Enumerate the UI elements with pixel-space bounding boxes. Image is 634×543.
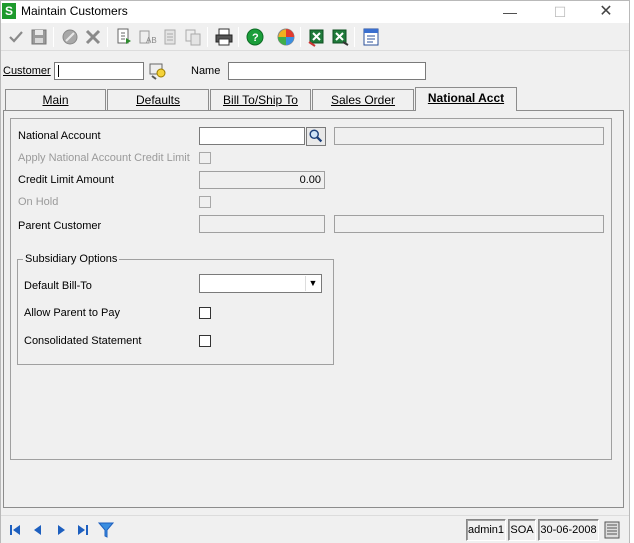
- customer-label: Customer: [3, 65, 51, 77]
- previous-record-icon[interactable]: [28, 521, 48, 539]
- default-bill-to-select[interactable]: ▼: [199, 274, 322, 293]
- toolbar-separator: [300, 27, 301, 47]
- default-bill-to-label: Default Bill-To: [24, 280, 92, 292]
- excel-export-icon[interactable]: [306, 26, 328, 48]
- allow-parent-pay-checkbox[interactable]: [199, 307, 211, 319]
- svg-text:AB: AB: [146, 36, 157, 45]
- maximize-button[interactable]: ☐: [537, 1, 583, 23]
- customer-lookup-icon[interactable]: [147, 60, 169, 82]
- apply-credit-limit-checkbox: [199, 152, 211, 164]
- national-account-lookup-button[interactable]: [306, 127, 326, 146]
- parent-customer-field: [199, 215, 325, 233]
- tab-main-label: Main: [42, 93, 69, 107]
- parent-customer-description: [334, 215, 604, 233]
- paste-icon[interactable]: [182, 26, 204, 48]
- on-hold-checkbox: [199, 196, 211, 208]
- print-icon[interactable]: [213, 26, 235, 48]
- consolidated-statement-checkbox[interactable]: [199, 335, 211, 347]
- credit-limit-field: 0.00: [199, 171, 325, 189]
- maintain-customers-window: S Maintain Customers — ☐ ✕ AB ? Customer…: [0, 0, 630, 543]
- help-icon[interactable]: ?: [244, 26, 266, 48]
- toolbar: AB ?: [1, 23, 629, 51]
- toolbar-separator: [53, 27, 54, 47]
- parent-customer-label: Parent Customer: [18, 220, 102, 232]
- app-icon: S: [2, 3, 16, 19]
- tab-defaults[interactable]: Defaults: [107, 89, 209, 110]
- name-field[interactable]: [228, 62, 426, 80]
- svg-text:?: ?: [252, 32, 259, 44]
- close-button[interactable]: ✕: [583, 1, 629, 23]
- tab-national-acct-label: National Acct: [427, 91, 505, 105]
- last-record-icon[interactable]: [73, 521, 93, 539]
- calculator-icon[interactable]: [602, 521, 622, 539]
- text-cursor: [58, 65, 59, 77]
- tab-national-acct[interactable]: National Acct: [415, 87, 517, 111]
- filter-icon[interactable]: [96, 521, 116, 539]
- first-record-icon[interactable]: [5, 521, 25, 539]
- notes-icon[interactable]: [159, 26, 181, 48]
- national-account-label: National Account: [18, 130, 101, 142]
- toolbar-separator: [207, 27, 208, 47]
- title-bar: S Maintain Customers — ☐ ✕: [1, 1, 629, 23]
- save-icon[interactable]: [28, 26, 50, 48]
- status-bar: admin1 SOA 30-06-2008: [1, 515, 629, 543]
- tab-bill-to-ship-to[interactable]: Bill To/Ship To: [210, 89, 311, 110]
- cancel-icon[interactable]: [59, 26, 81, 48]
- tab-defaults-label: Defaults: [135, 93, 181, 107]
- consolidated-statement-label: Consolidated Statement: [24, 335, 142, 347]
- chevron-down-icon[interactable]: ▼: [305, 276, 320, 291]
- national-account-field[interactable]: [199, 127, 305, 145]
- on-hold-label: On Hold: [18, 196, 59, 208]
- search-icon: [309, 129, 323, 143]
- credit-limit-label: Credit Limit Amount: [18, 174, 114, 186]
- national-account-description: [334, 127, 604, 145]
- next-record-icon[interactable]: [51, 521, 71, 539]
- color-icon[interactable]: [275, 26, 297, 48]
- rename-icon[interactable]: AB: [136, 26, 158, 48]
- status-company: SOA: [508, 519, 536, 541]
- allow-parent-pay-label: Allow Parent to Pay: [24, 307, 120, 319]
- name-label: Name: [191, 65, 221, 77]
- excel-icon[interactable]: [329, 26, 351, 48]
- toolbar-separator: [107, 27, 108, 47]
- toolbar-separator: [354, 27, 355, 47]
- tab-bill-to-ship-to-label: Bill To/Ship To: [223, 93, 298, 107]
- accept-icon[interactable]: [5, 26, 27, 48]
- customer-field[interactable]: [54, 62, 144, 80]
- memo-icon[interactable]: [360, 26, 382, 48]
- status-user: admin1: [466, 519, 506, 541]
- window-title: Maintain Customers: [21, 4, 128, 18]
- subsidiary-options-title-text: Subsidiary Options: [25, 253, 118, 265]
- status-date: 30-06-2008: [538, 519, 599, 541]
- tab-main[interactable]: Main: [5, 89, 106, 110]
- tab-sales-order[interactable]: Sales Order: [312, 89, 414, 110]
- apply-credit-limit-label: Apply National Account Credit Limit: [18, 152, 190, 164]
- subsidiary-options-title: Subsidiary Options: [23, 253, 120, 265]
- tab-sales-order-label: Sales Order: [330, 93, 396, 107]
- minimize-button[interactable]: —: [487, 1, 533, 23]
- copy-icon[interactable]: [113, 26, 135, 48]
- toolbar-separator: [238, 27, 239, 47]
- delete-icon[interactable]: [82, 26, 104, 48]
